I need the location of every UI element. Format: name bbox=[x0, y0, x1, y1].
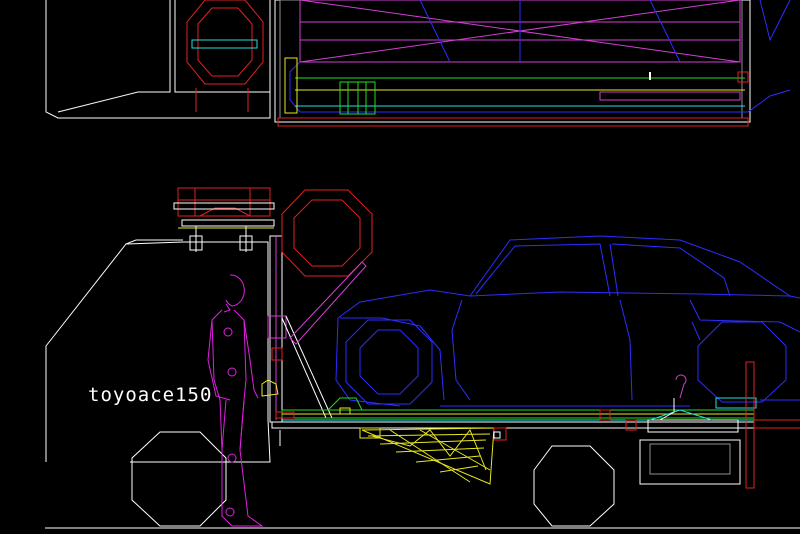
folding-ramp bbox=[359, 427, 495, 485]
model-label: toyoace150 bbox=[88, 384, 213, 406]
front-wheel bbox=[131, 431, 227, 527]
deck-frame bbox=[271, 374, 757, 446]
top-cab-outline bbox=[45, 0, 271, 119]
rear-wheel bbox=[533, 445, 615, 527]
top-deck-frame bbox=[274, 0, 751, 123]
top-view bbox=[45, 0, 791, 127]
standing-figure bbox=[207, 274, 264, 527]
truck-cab-outline bbox=[45, 241, 271, 463]
car-front-wheel bbox=[345, 319, 433, 405]
side-view bbox=[45, 187, 800, 529]
car-rear-wheel bbox=[697, 321, 787, 403]
car-body bbox=[335, 235, 800, 407]
cad-drawing-canvas bbox=[45, 0, 800, 529]
spare-tire bbox=[281, 189, 373, 277]
